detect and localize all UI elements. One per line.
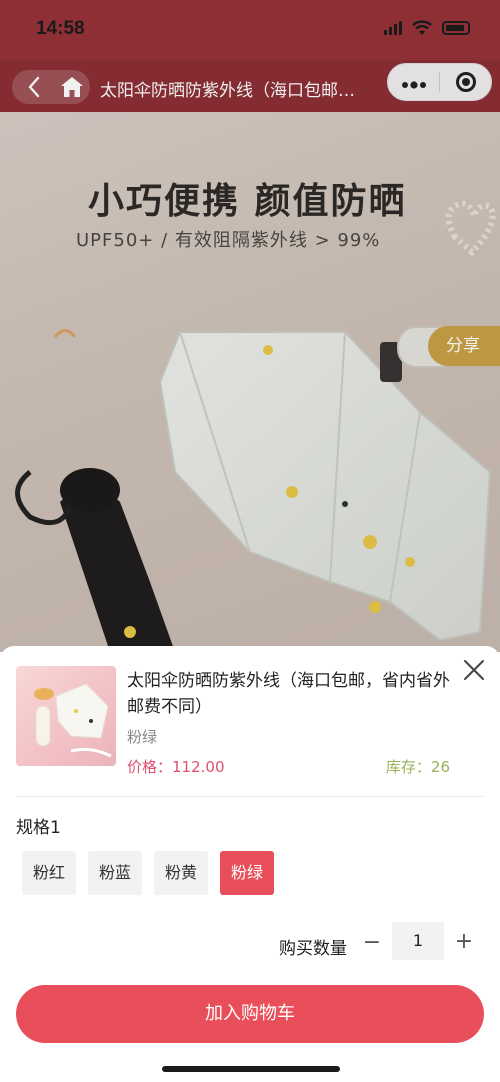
sku-sheet: 太阳伞防晒防紫外线（海口包邮，省内省外邮费不同） 粉绿 价格：112.00 库存… <box>0 646 500 1082</box>
quantity-input[interactable]: 1 <box>392 922 444 960</box>
quantity-decrease-button[interactable]: − <box>362 930 382 955</box>
status-bar: 14:58 <box>0 0 500 60</box>
spec-options: 粉红 粉蓝 粉黄 粉绿 <box>22 851 274 895</box>
home-indicator <box>162 1066 340 1072</box>
spec-option-pink-yellow[interactable]: 粉黄 <box>154 851 208 895</box>
quantity-increase-button[interactable]: + <box>454 929 474 954</box>
product-price: 价格：112.00 <box>127 758 225 776</box>
spec-label: 规格1 <box>16 818 61 838</box>
add-to-cart-button[interactable]: 加入购物车 <box>16 985 484 1043</box>
spec-option-pink-blue[interactable]: 粉蓝 <box>88 851 142 895</box>
status-icons <box>384 20 470 36</box>
close-icon <box>464 660 484 680</box>
status-time: 14:58 <box>36 18 85 39</box>
modal-overlay[interactable] <box>0 60 500 652</box>
quantity-label: 购买数量 <box>279 939 347 959</box>
spec-option-pink-red[interactable]: 粉红 <box>22 851 76 895</box>
product-stock: 库存：26 <box>385 758 450 776</box>
divider <box>16 796 484 797</box>
product-thumbnail <box>16 666 116 766</box>
selected-variant: 粉绿 <box>127 728 158 746</box>
battery-icon <box>442 21 470 35</box>
umbrella-thumbnail-image <box>34 683 112 758</box>
close-sheet-button[interactable] <box>462 658 486 682</box>
signal-icon <box>384 21 402 35</box>
wifi-icon <box>412 20 432 35</box>
product-title: 太阳伞防晒防紫外线（海口包邮，省内省外邮费不同） <box>127 671 450 717</box>
spec-option-pink-green[interactable]: 粉绿 <box>220 851 274 895</box>
